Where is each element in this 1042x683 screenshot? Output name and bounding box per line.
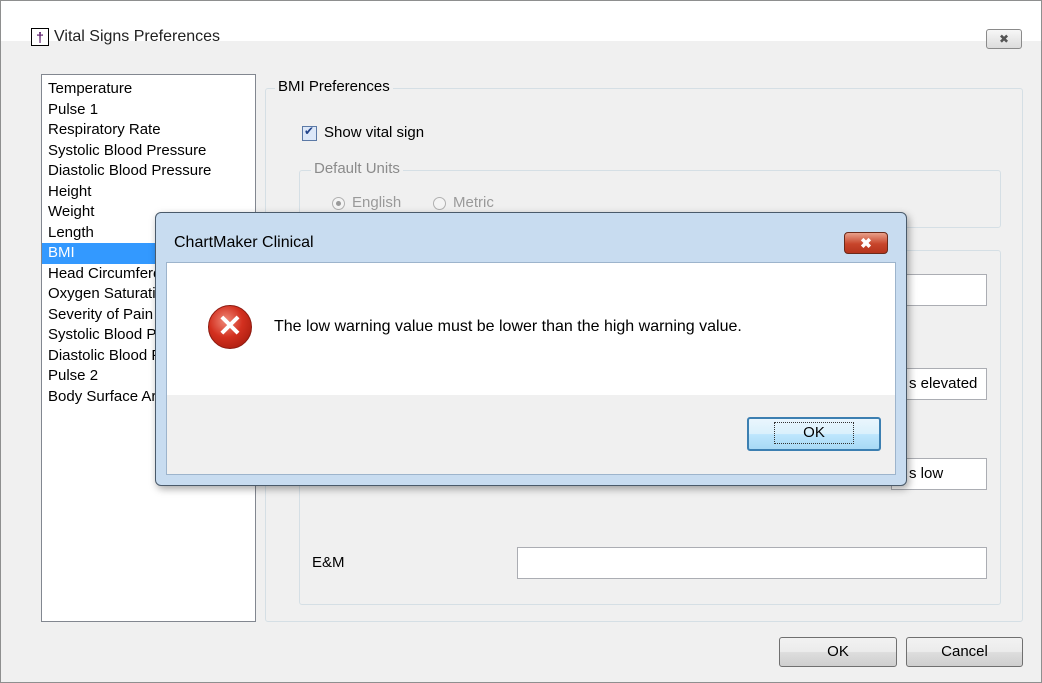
dialog-ok-button[interactable]: OK — [747, 417, 881, 451]
english-label: English — [352, 194, 402, 211]
dialog-body: ✕ The low warning value must be lower th… — [166, 262, 896, 475]
bmi-preferences-title: BMI Preferences — [275, 78, 393, 95]
vital-sign-item[interactable]: Diastolic Blood Pressure — [42, 161, 255, 182]
vital-sign-item[interactable]: Respiratory Rate — [42, 120, 255, 141]
vital-sign-item[interactable]: Pulse 1 — [42, 100, 255, 121]
vital-sign-item[interactable]: Systolic Blood Pressure — [42, 141, 255, 162]
metric-label: Metric — [453, 194, 494, 211]
app-icon: † — [31, 28, 49, 46]
em-field[interactable] — [517, 547, 987, 579]
vital-sign-item[interactable]: Height — [42, 182, 255, 203]
default-units-title: Default Units — [311, 160, 403, 177]
error-message: The low warning value must be lower than… — [274, 318, 742, 335]
show-vital-sign-checkbox[interactable] — [302, 124, 317, 141]
metric-radio[interactable] — [433, 197, 446, 210]
error-icon: ✕ — [208, 305, 252, 349]
dialog-close-icon[interactable]: ✖ — [844, 232, 888, 254]
show-vital-sign-label: Show vital sign — [324, 124, 425, 141]
dialog-title: ChartMaker Clinical — [174, 234, 314, 251]
dialog-ok-label: OK — [774, 422, 854, 444]
cancel-button[interactable]: Cancel — [906, 637, 1023, 667]
error-dialog: ChartMaker Clinical ✖ ✕ The low warning … — [155, 212, 907, 486]
em-label: E&M — [312, 554, 345, 571]
ok-button[interactable]: OK — [779, 637, 897, 667]
english-radio[interactable] — [332, 197, 345, 210]
close-icon[interactable]: ✖ — [986, 29, 1022, 49]
dialog-message-area: ✕ The low warning value must be lower th… — [167, 263, 895, 395]
title-bar: † Vital Signs Preferences ✖ — [1, 1, 1041, 49]
vital-sign-item[interactable]: Temperature — [42, 79, 255, 100]
window-title: Vital Signs Preferences — [54, 28, 221, 45]
